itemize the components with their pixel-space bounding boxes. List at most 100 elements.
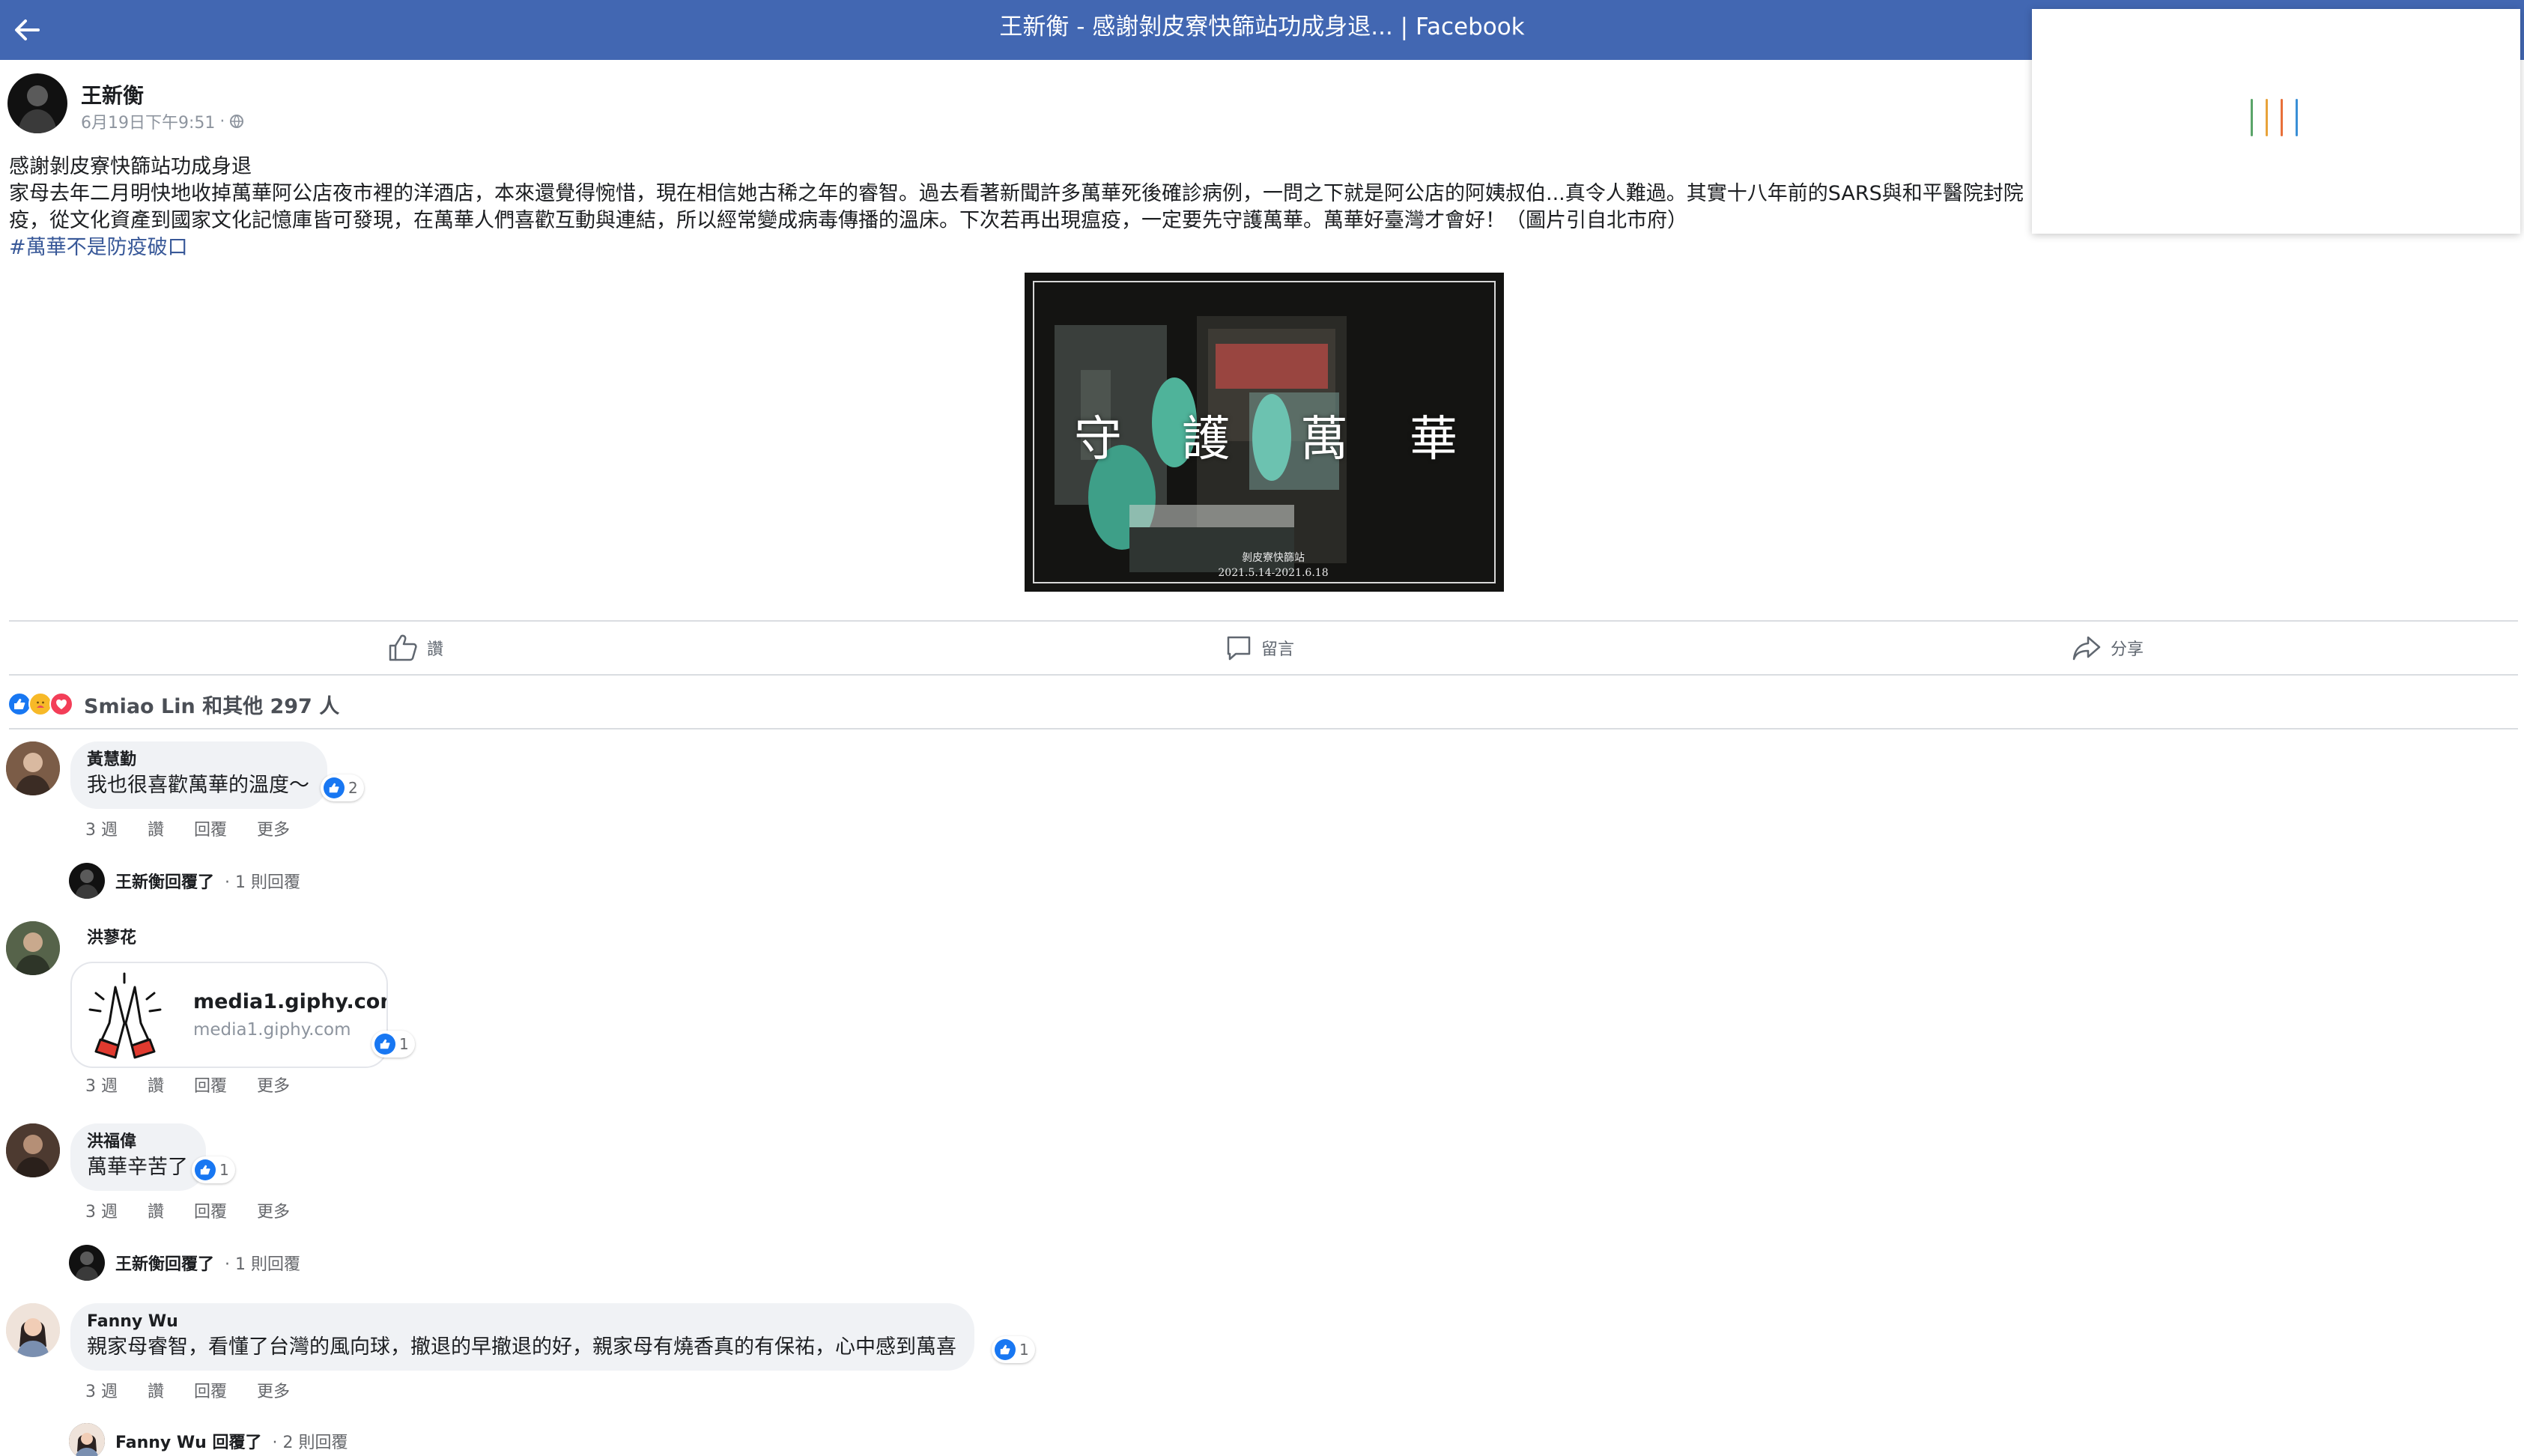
comment-like-count[interactable]: 1 — [992, 1336, 1035, 1363]
commenter-name[interactable]: 洪福偉 — [87, 1131, 188, 1153]
comment-like-link[interactable]: 讚 — [148, 1198, 164, 1222]
comment-like-count[interactable]: 2 — [321, 774, 364, 801]
share-arrow-icon — [2072, 636, 2101, 661]
post-text-line: 感謝剝皮寮快篩站功成身退 — [9, 155, 252, 178]
replier-avatar — [69, 1245, 105, 1281]
like-count: 1 — [399, 1035, 409, 1053]
person-silhouette-icon — [6, 741, 60, 795]
hashtag-link[interactable]: #萬華不是防疫破口 — [9, 234, 2031, 261]
view-replies-link[interactable]: 王新衡回覆了 · 1 則回覆 — [69, 863, 300, 899]
view-replies-link[interactable]: Fanny Wu 回覆了 · 2 則回覆 — [69, 1423, 348, 1456]
thumbs-up-icon — [389, 634, 417, 661]
comment-actions: 3 週 讚 回覆 更多 — [85, 1378, 290, 1402]
person-silhouette-icon — [18, 85, 57, 133]
commenter-avatar[interactable] — [6, 1303, 60, 1357]
person-silhouette-icon — [6, 1123, 60, 1177]
comment-time[interactable]: 3 週 — [85, 1198, 118, 1222]
post-text-line: 家母去年二月明快地收掉萬華阿公店夜市裡的洋酒店，本來還覺得惋惜，現在相信她古稀之… — [9, 182, 2024, 205]
share-button[interactable]: 分享 — [2072, 633, 2144, 663]
divider — [9, 674, 2518, 676]
comment-bubble: Fanny Wu 親家母睿智，看懂了台灣的風向球，撤退的早撤退的好，親家母有燒香… — [70, 1303, 974, 1371]
comment-time[interactable]: 3 週 — [85, 1378, 118, 1402]
loader-bar — [2266, 99, 2268, 136]
comment-more-link[interactable]: 更多 — [257, 1378, 290, 1402]
speech-bubble-icon — [1227, 636, 1251, 661]
replier-name: Fanny Wu 回覆了 — [115, 1434, 262, 1452]
giphy-link-card[interactable]: media1.giphy.com media1.giphy.com — [70, 962, 388, 1068]
comment-text: 親家母睿智，看懂了台灣的風向球，撤退的早撤退的好，親家母有燒香真的有保祐，心中感… — [87, 1335, 956, 1359]
replier-name: 王新衡回覆了 — [115, 873, 215, 892]
reactions-summary-text: Smiao Lin 和其他 297 人 — [84, 694, 340, 718]
link-title: media1.giphy.com — [193, 990, 388, 1013]
comment-reply-link[interactable]: 回覆 — [194, 1073, 227, 1096]
meta-separator: · — [219, 112, 225, 131]
reactions-summary[interactable]: Smiao Lin 和其他 297 人 — [7, 689, 339, 719]
share-label: 分享 — [2111, 640, 2144, 659]
view-replies-link[interactable]: 王新衡回覆了 · 1 則回覆 — [69, 1245, 300, 1281]
comment-like-count[interactable]: 1 — [371, 1031, 415, 1058]
loading-popup — [2032, 9, 2520, 234]
loader-bar — [2296, 99, 2298, 136]
globe-icon — [230, 115, 244, 128]
divider — [9, 728, 2518, 729]
comment-button[interactable]: 留言 — [1225, 633, 1294, 663]
loader-bar — [2251, 99, 2253, 136]
comment-reply-link[interactable]: 回覆 — [194, 1198, 227, 1222]
divider — [9, 620, 2518, 622]
image-subcaption-title: 剝皮寮快篩站 — [1242, 552, 1305, 564]
comment-actions: 3 週 讚 回覆 更多 — [85, 1198, 290, 1222]
loader-bar — [2281, 99, 2283, 136]
comment-reply-link[interactable]: 回覆 — [194, 816, 227, 840]
reply-count: · 2 則回覆 — [272, 1434, 348, 1452]
commenter-name[interactable]: Fanny Wu — [87, 1311, 956, 1333]
commenter-name[interactable]: 黃慧勤 — [87, 749, 309, 771]
author-avatar[interactable] — [7, 73, 67, 133]
author-name[interactable]: 王新衡 — [81, 79, 144, 109]
love-reaction-icon — [49, 692, 73, 716]
like-reaction-icon — [324, 777, 345, 798]
replier-avatar — [69, 1423, 105, 1456]
image-caption-char: 華 — [1410, 412, 1457, 467]
like-button[interactable]: 讚 — [388, 633, 443, 663]
person-silhouette-icon — [69, 1423, 105, 1456]
like-count: 2 — [348, 779, 358, 797]
comment-bubble: 洪福偉 萬華辛苦了 — [70, 1123, 206, 1191]
comment-actions: 3 週 讚 回覆 更多 — [85, 1073, 290, 1096]
comment-more-link[interactable]: 更多 — [257, 816, 290, 840]
comment-more-link[interactable]: 更多 — [257, 1198, 290, 1222]
commenter-avatar[interactable] — [6, 921, 60, 975]
image-caption-char: 萬 — [1300, 412, 1348, 467]
loading-spinner-icon — [2249, 99, 2309, 144]
like-reaction-icon — [374, 1034, 395, 1055]
link-domain: media1.giphy.com — [193, 1020, 351, 1040]
praying-hands-icon — [88, 972, 162, 1059]
person-silhouette-icon — [6, 1303, 60, 1357]
reply-count: · 1 則回覆 — [225, 1255, 300, 1274]
person-silhouette-icon — [6, 921, 60, 975]
image-subcaption: 剝皮寮快篩站 2021.5.14-2021.6.18 — [1213, 550, 1333, 580]
comment-bubble: 黃慧勤 我也很喜歡萬華的溫度～ — [70, 741, 327, 809]
replier-name: 王新衡回覆了 — [115, 1255, 215, 1274]
image-subcaption-dates: 2021.5.14-2021.6.18 — [1218, 567, 1329, 579]
commenter-name[interactable]: 洪蓼花 — [87, 927, 136, 950]
image-caption-char: 護 — [1182, 412, 1230, 467]
comment-like-count[interactable]: 1 — [192, 1156, 235, 1183]
replier-avatar — [69, 863, 105, 899]
like-reaction-icon — [195, 1159, 216, 1180]
comment-time[interactable]: 3 週 — [85, 1073, 118, 1096]
comment-actions: 3 週 讚 回覆 更多 — [85, 816, 290, 840]
comment-time[interactable]: 3 週 — [85, 816, 118, 840]
comment-more-link[interactable]: 更多 — [257, 1073, 290, 1096]
commenter-avatar[interactable] — [6, 741, 60, 795]
like-count: 1 — [1019, 1341, 1029, 1359]
post-timestamp[interactable]: 6月19日下午9:51 — [81, 109, 215, 133]
comment-like-link[interactable]: 讚 — [148, 1378, 164, 1402]
comment-label: 留言 — [1261, 640, 1295, 659]
commenter-avatar[interactable] — [6, 1123, 60, 1177]
post-text: 感謝剝皮寮快篩站功成身退 家母去年二月明快地收掉萬華阿公店夜市裡的洋酒店，本來還… — [9, 154, 2031, 261]
comment-like-link[interactable]: 讚 — [148, 816, 164, 840]
post-meta: 6月19日下午9:51 · — [81, 109, 244, 133]
comment-reply-link[interactable]: 回覆 — [194, 1378, 227, 1402]
like-reaction-icon — [995, 1339, 1016, 1360]
comment-like-link[interactable]: 讚 — [148, 1073, 164, 1096]
